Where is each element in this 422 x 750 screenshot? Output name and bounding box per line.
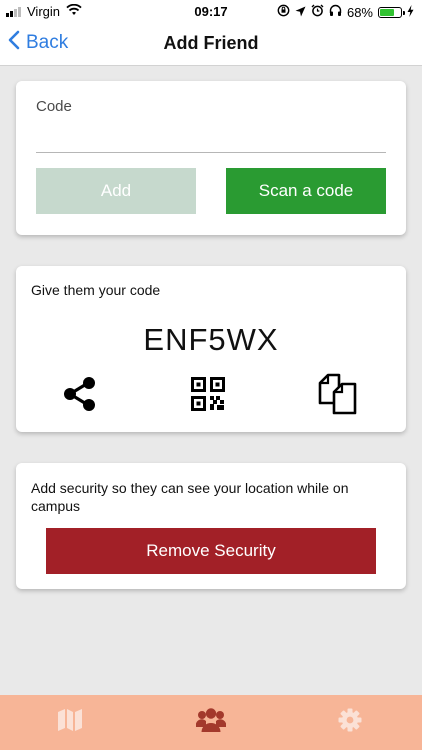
share-icon [61, 375, 99, 418]
copy-button[interactable] [316, 373, 360, 420]
qr-code-button[interactable] [186, 374, 230, 418]
settings-icon [338, 708, 362, 737]
tab-map[interactable] [50, 707, 90, 737]
add-code-card: Code Add Scan a code [16, 81, 406, 235]
status-bar: Virgin 09:17 68% [0, 0, 422, 24]
code-input[interactable] [36, 119, 386, 153]
battery-percent: 68% [346, 4, 373, 20]
friend-code: ENF5WX [143, 322, 279, 357]
security-card: Add security so they can see your locati… [16, 463, 406, 589]
tab-friends[interactable] [191, 707, 231, 737]
back-label: Back [26, 32, 69, 53]
battery-level [380, 8, 394, 16]
scan-code-button[interactable]: Scan a code [226, 168, 386, 214]
add-button[interactable]: Add [36, 168, 196, 214]
battery-icon [378, 6, 405, 18]
copy-icon [317, 373, 359, 420]
chevron-left-icon [8, 30, 20, 56]
give-code-label: Give them your code [31, 282, 161, 298]
alarm-icon [311, 4, 324, 20]
status-right: 68% [277, 4, 414, 20]
back-button[interactable]: Back [8, 30, 68, 56]
qr-code-icon [191, 376, 225, 416]
give-code-card: Give them your code ENF5WX [16, 266, 406, 432]
share-button[interactable] [58, 374, 102, 418]
tab-bar [0, 695, 422, 750]
charging-icon [407, 4, 414, 20]
security-description: Add security so they can see your locati… [31, 480, 349, 514]
location-arrow-icon [295, 5, 306, 20]
map-icon [57, 708, 83, 737]
nav-bar: Back Add Friend [0, 24, 422, 66]
headphones-icon [329, 4, 342, 20]
tab-settings[interactable] [330, 707, 370, 737]
remove-security-button[interactable]: Remove Security [46, 528, 376, 574]
code-label: Code [36, 98, 72, 115]
location-lock-icon [277, 4, 290, 20]
friends-icon [195, 707, 227, 738]
